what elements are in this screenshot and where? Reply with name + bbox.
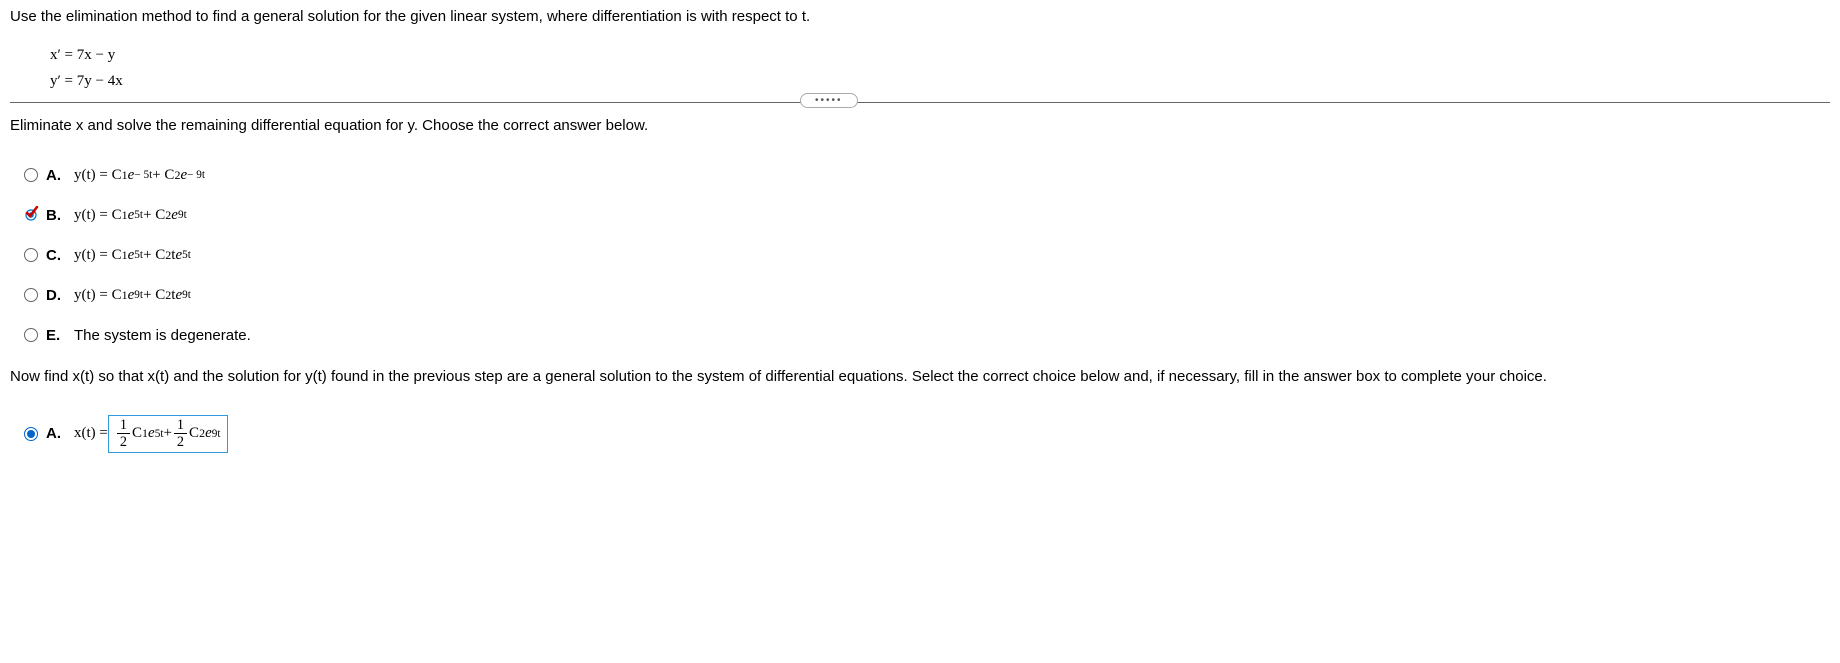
radio-e[interactable] (24, 328, 38, 342)
system-equations: x′ = 7x − y y′ = 7y − 4x (50, 43, 1830, 94)
equation-1: x′ = 7x − y (50, 43, 1830, 69)
dots-icon: ••••• (800, 93, 858, 108)
radio-c[interactable] (24, 248, 38, 262)
radio-a[interactable] (24, 168, 38, 182)
choice-letter: B. (46, 207, 64, 224)
choice-c-content: y(t) = C1 e 5t + C2t e 5t (74, 247, 191, 264)
choice-d[interactable]: D. y(t) = C1 e 9t + C2t e 9t (24, 282, 1830, 308)
choice-letter: A. (46, 425, 64, 442)
fraction-1: 1 2 (117, 418, 130, 450)
radio-d[interactable] (24, 288, 38, 302)
part2-choice-a[interactable]: A. x(t) = 1 2 C1 e 5t + 1 2 C2 e 9t (24, 415, 1830, 453)
part1-choices: A. y(t) = C1 e − 5t + C2 e − 9t B. y(t) … (24, 162, 1830, 348)
choice-letter: A. (46, 167, 64, 184)
part2-choices: A. x(t) = 1 2 C1 e 5t + 1 2 C2 e 9t (24, 415, 1830, 453)
part2-instruction: Now find x(t) so that x(t) and the solut… (10, 366, 1830, 387)
choice-a[interactable]: A. y(t) = C1 e − 5t + C2 e − 9t (24, 162, 1830, 188)
choice-a-content: y(t) = C1 e − 5t + C2 e − 9t (74, 167, 205, 184)
question-prompt: Use the elimination method to find a gen… (10, 8, 1830, 25)
checkmark-icon (22, 206, 40, 224)
choice-e[interactable]: E. The system is degenerate. (24, 322, 1830, 348)
fraction-2: 1 2 (174, 418, 187, 450)
choice-b-content: y(t) = C1 e 5t + C2 e 9t (74, 207, 187, 224)
choice-e-content: The system is degenerate. (74, 327, 251, 344)
choice-letter: C. (46, 247, 64, 264)
equation-2: y′ = 7y − 4x (50, 69, 1830, 95)
radio-part2-a[interactable] (24, 427, 38, 441)
choice-c[interactable]: C. y(t) = C1 e 5t + C2t e 5t (24, 242, 1830, 268)
choice-b[interactable]: B. y(t) = C1 e 5t + C2 e 9t (24, 202, 1830, 228)
part2-a-content: x(t) = 1 2 C1 e 5t + 1 2 C2 e 9t (74, 415, 228, 453)
choice-d-content: y(t) = C1 e 9t + C2t e 9t (74, 287, 191, 304)
radio-b-correct[interactable] (24, 208, 38, 222)
answer-input-box[interactable]: 1 2 C1 e 5t + 1 2 C2 e 9t (108, 415, 228, 453)
choice-letter: D. (46, 287, 64, 304)
part1-instruction: Eliminate x and solve the remaining diff… (10, 117, 1830, 134)
divider: ••••• (10, 102, 1830, 103)
choice-letter: E. (46, 327, 64, 344)
